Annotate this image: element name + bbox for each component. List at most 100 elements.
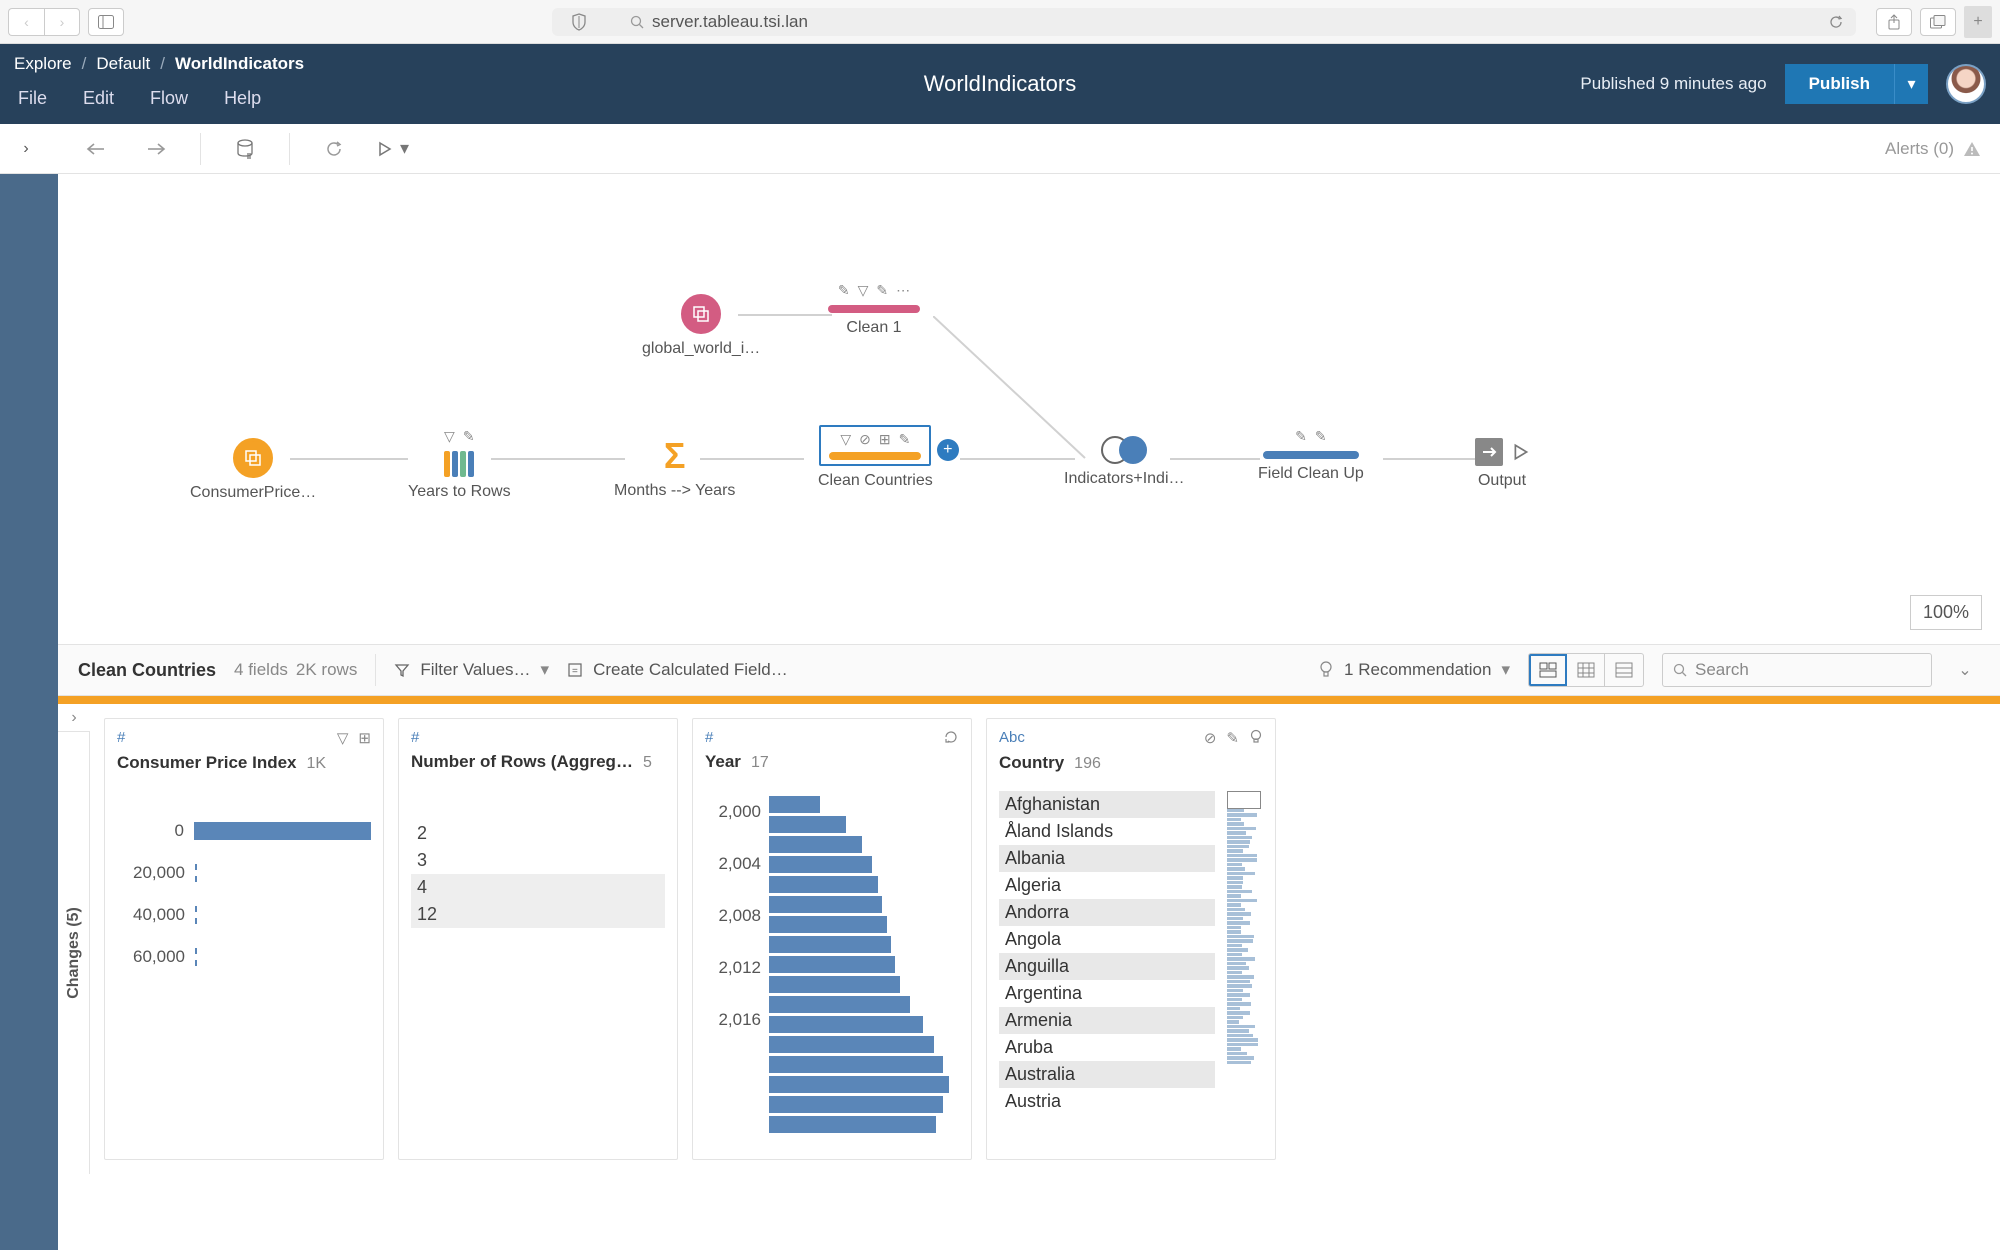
publish-button[interactable]: Publish: [1785, 64, 1894, 104]
nav-back-button[interactable]: [80, 133, 112, 165]
country-value[interactable]: Aruba: [999, 1034, 1215, 1061]
nav-forward-button[interactable]: [140, 133, 172, 165]
recommendation-button[interactable]: 1 Recommendation ▾: [1318, 660, 1510, 680]
country-value[interactable]: Algeria: [999, 872, 1215, 899]
menu-edit[interactable]: Edit: [83, 88, 114, 109]
crumb-explore[interactable]: Explore: [14, 54, 72, 74]
tabs-icon: [1930, 15, 1946, 29]
country-value[interactable]: Argentina: [999, 980, 1215, 1007]
filter-icon: ▽: [840, 431, 851, 448]
profile-pane: › Changes (5) # ▽ ⊞ Consumer: [58, 704, 2000, 1174]
database-icon: [236, 139, 254, 159]
country-value[interactable]: Austria: [999, 1088, 1215, 1115]
auto-icon[interactable]: [943, 729, 959, 746]
grid-view-button[interactable]: [1567, 654, 1605, 686]
refresh-button[interactable]: [318, 133, 350, 165]
flow-canvas[interactable]: ConsumerPrice… global_world_i… ▽ ✎: [58, 174, 2000, 644]
arrow-right-icon: [146, 142, 166, 156]
filter-icon[interactable]: ▽: [337, 729, 349, 747]
field-card-year[interactable]: # Year 17 2,000: [692, 718, 972, 1160]
lightbulb-icon[interactable]: [1249, 729, 1263, 747]
country-value[interactable]: Andorra: [999, 899, 1215, 926]
crumb-default[interactable]: Default: [96, 54, 150, 74]
country-value[interactable]: Angola: [999, 926, 1215, 953]
year-histogram: 2,000 2,004 2,008 2,012 2,016: [705, 790, 959, 1133]
alerts-indicator[interactable]: Alerts (0): [1885, 139, 1982, 159]
filter-values-button[interactable]: Filter Values… ▾: [394, 660, 549, 680]
field-card-aggr[interactable]: # Number of Rows (Aggreg… 5 2 3 4 12: [398, 718, 678, 1160]
run-button[interactable]: ▾: [378, 133, 409, 165]
country-value[interactable]: Anguilla: [999, 953, 1215, 980]
link-icon[interactable]: ⊘: [1204, 729, 1217, 747]
share-button[interactable]: [1876, 8, 1912, 36]
list-view-icon: [1615, 662, 1633, 678]
node-clean-countries[interactable]: ▽ ⊘ ⊞ ✎ + Clean Countries: [818, 425, 933, 490]
country-value[interactable]: Armenia: [999, 1007, 1215, 1034]
rename-icon[interactable]: ✎: [1226, 729, 1239, 747]
list-view-button[interactable]: [1605, 654, 1643, 686]
node-years-to-rows[interactable]: ▽ ✎ Years to Rows: [408, 428, 511, 501]
country-value[interactable]: Åland Islands: [999, 818, 1215, 845]
data-source-button[interactable]: [229, 133, 261, 165]
published-status: Published 9 minutes ago: [1580, 74, 1766, 94]
share-icon: [1887, 14, 1901, 30]
grid-view-icon: [1577, 662, 1595, 678]
aggregate-icon: Σ: [655, 436, 695, 476]
node-field-cleanup[interactable]: ✎ ✎ Field Clean Up: [1258, 428, 1364, 483]
country-value[interactable]: Afghanistan: [999, 791, 1215, 818]
field-card-cpi[interactable]: # ▽ ⊞ Consumer Price Index 1K 0 20,00: [104, 718, 384, 1160]
publish-dropdown[interactable]: ▾: [1894, 64, 1928, 104]
tabs-button[interactable]: [1920, 8, 1956, 36]
rename-icon: ✎: [899, 431, 911, 448]
aggr-values-list: 2 3 4 12: [411, 790, 665, 928]
expand-pane-button[interactable]: ⌄: [1950, 660, 1980, 680]
profile-view-button[interactable]: [1529, 654, 1567, 686]
crumb-current[interactable]: WorldIndicators: [175, 54, 304, 74]
filter-icon: ▽: [444, 428, 455, 445]
country-value[interactable]: Albania: [999, 845, 1215, 872]
node-months-years[interactable]: Σ Months --> Years: [614, 436, 735, 500]
detail-header: Clean Countries 4 fields 2K rows Filter …: [58, 644, 2000, 696]
number-type-icon: #: [117, 729, 125, 747]
avatar[interactable]: [1946, 64, 1986, 104]
url-bar[interactable]: server.tableau.tsi.lan: [552, 8, 1856, 36]
browser-forward-button[interactable]: ›: [44, 8, 80, 36]
play-icon[interactable]: [1513, 443, 1529, 461]
refresh-icon: [325, 140, 343, 158]
arrow-left-icon: [86, 142, 106, 156]
toolbar: › ▾ Alerts (0): [0, 124, 2000, 174]
search-icon: [630, 15, 644, 29]
menu-file[interactable]: File: [18, 88, 47, 109]
zoom-level[interactable]: 100%: [1910, 595, 1982, 630]
create-calc-field-button[interactable]: = Create Calculated Field…: [567, 660, 788, 680]
detail-fields: 4 fields: [234, 660, 288, 680]
search-input[interactable]: Search: [1662, 653, 1932, 687]
group-icon[interactable]: ⊞: [358, 729, 371, 747]
node-consumer-price[interactable]: ConsumerPrice…: [190, 438, 316, 502]
sidebar-toggle-button[interactable]: [88, 8, 124, 36]
node-clean-1[interactable]: ✎ ▽ ✎ ⋯ Clean 1: [828, 282, 920, 337]
browser-back-button[interactable]: ‹: [8, 8, 44, 36]
add-step-button[interactable]: +: [937, 439, 959, 461]
node-output[interactable]: Output: [1475, 438, 1529, 490]
link-icon: ⊘: [859, 431, 871, 448]
profile-view-icon: [1539, 662, 1557, 678]
country-minimap[interactable]: [1227, 791, 1263, 1115]
reload-icon[interactable]: [1828, 14, 1844, 30]
country-value[interactable]: Australia: [999, 1061, 1215, 1088]
number-type-icon: #: [705, 729, 713, 746]
changes-toggle[interactable]: ›: [58, 704, 90, 732]
expand-sidebar-button[interactable]: ›: [12, 135, 40, 163]
field-card-country[interactable]: Abc ⊘ ✎ Country 196: [986, 718, 1276, 1160]
menu-flow[interactable]: Flow: [150, 88, 188, 109]
edit-icon: ✎: [463, 428, 475, 445]
number-type-icon: #: [411, 729, 419, 746]
search-icon: [1673, 663, 1687, 677]
new-tab-button[interactable]: +: [1964, 6, 1992, 38]
node-global-world[interactable]: global_world_i…: [642, 294, 760, 358]
group-icon: ⊞: [879, 431, 891, 448]
clean-step-bar: [828, 305, 920, 313]
node-indicators-join[interactable]: Indicators+Indi…: [1064, 436, 1185, 488]
menu-help[interactable]: Help: [224, 88, 261, 109]
changes-label[interactable]: Changes (5): [65, 907, 83, 999]
